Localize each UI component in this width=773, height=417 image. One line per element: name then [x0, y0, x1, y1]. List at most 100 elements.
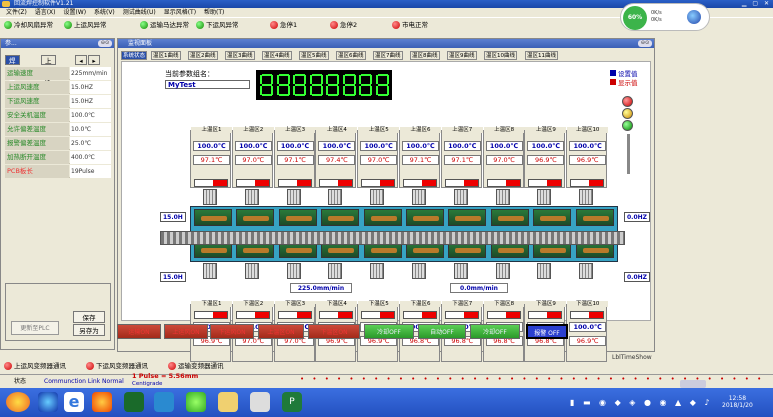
zone-name: 下温区5 [358, 301, 400, 307]
zone-heater-switch[interactable] [403, 179, 437, 187]
tab-monitor-2[interactable]: 温区1曲线 [151, 51, 181, 60]
network-speed-widget[interactable]: 60% 0K/s 0K/s [620, 3, 710, 31]
panel-collapse-button[interactable]: ⊖⊙ [98, 40, 112, 47]
folder-icon[interactable] [218, 392, 238, 412]
zone-set-temperature[interactable]: 100.0℃ [193, 141, 230, 151]
control-button-3[interactable]: 下运风ON [210, 324, 254, 339]
tab-monitor-9[interactable]: 温区8曲线 [410, 51, 440, 60]
zone-set-temperature[interactable]: 100.0℃ [569, 322, 607, 332]
shield-app-icon[interactable] [38, 392, 58, 412]
control-button-2[interactable]: 上运风ON [164, 324, 208, 339]
zone-heater-switch[interactable] [444, 179, 479, 187]
tab-scroll-left-icon[interactable]: ◂ [75, 55, 87, 65]
lower-zone-10: 下温区10 100.0℃ 96.9℃ [566, 301, 609, 362]
upper-zone-5: 上温区5 100.0℃ 97.0℃ [357, 127, 400, 188]
tab-monitor-6[interactable]: 温区5曲线 [299, 51, 329, 60]
app-icon[interactable] [92, 392, 112, 412]
tab-weld-params[interactable]: 焊接参数 [5, 55, 20, 95]
param-row: 运输速度 225mm/min [5, 67, 111, 80]
control-button-4[interactable]: 上温区ON [258, 324, 304, 339]
zone-name: 上温区4 [316, 127, 358, 133]
control-button-6[interactable]: 冷却OFF [364, 324, 414, 339]
zone-heater-switch[interactable] [570, 179, 605, 187]
signal-lamp-yellow-icon [622, 108, 633, 119]
zone-heater-switch[interactable] [444, 311, 479, 319]
control-button-5[interactable]: 下温区ON [308, 324, 360, 339]
tab-monitor-8[interactable]: 温区7曲线 [373, 51, 403, 60]
zone-set-temperature[interactable]: 100.0℃ [485, 141, 523, 151]
upper-zone-4: 上温区4 100.0℃ 97.4℃ [315, 127, 358, 188]
zone-heater-switch[interactable] [235, 179, 270, 187]
menu-item[interactable]: 系统(V) [94, 9, 115, 16]
menu-item[interactable]: 设置(W) [63, 9, 86, 16]
panel-collapse-button[interactable]: ⊖⊙ [638, 40, 652, 47]
app-icon[interactable] [250, 392, 270, 412]
zone-set-temperature[interactable]: 100.0℃ [569, 141, 607, 151]
tab-monitor-3[interactable]: 温区2曲线 [188, 51, 218, 60]
zone-heater-switch[interactable] [277, 311, 312, 319]
zone-heater-switch[interactable] [486, 179, 521, 187]
control-button-1[interactable]: 运输ON [117, 324, 161, 339]
input-method-icon[interactable] [680, 380, 706, 388]
update-plc-button[interactable]: 更新至PLC [11, 321, 59, 335]
segment-digit [375, 74, 390, 96]
control-button-8[interactable]: 冷却OFF [470, 324, 520, 339]
app-icon[interactable] [186, 392, 206, 412]
zone-heater-switch[interactable] [403, 311, 437, 319]
heater-element-icon [363, 209, 402, 226]
menu-item[interactable]: 帮助(T) [204, 9, 224, 16]
zone-heater-switch[interactable] [570, 311, 605, 319]
zone-set-temperature[interactable]: 100.0℃ [234, 141, 272, 151]
tab-monitor-4[interactable]: 温区3曲线 [225, 51, 255, 60]
tray-icons[interactable]: ▮ ▬ ◉ ◆ ◈ ● ◉ ▲ ◆ ♪ [570, 398, 713, 407]
zone-actual-temperature: 96.9℃ [527, 155, 565, 165]
zone-set-temperature[interactable]: 100.0℃ [276, 141, 314, 151]
zone-heater-switch[interactable] [277, 179, 312, 187]
app-icon[interactable] [124, 392, 144, 412]
zone-set-temperature[interactable]: 100.0℃ [443, 141, 481, 151]
start-button-icon[interactable] [6, 392, 30, 412]
zone-heater-switch[interactable] [528, 311, 563, 319]
window-controls[interactable]: ▁ ▢ ✕ [742, 0, 771, 7]
zone-heater-switch[interactable] [319, 311, 354, 319]
save-as-button[interactable]: 另存为 [73, 324, 105, 336]
monitor-panel: 监视面板 ⊖⊙ 系统状态 温区1曲线 温区2曲线 温区3曲线 温区4曲线 温区5曲线 温区6… [117, 38, 655, 362]
zone-set-temperature[interactable]: 100.0℃ [360, 141, 398, 151]
menu-item[interactable]: 文件(Z) [6, 9, 27, 16]
menu-item[interactable]: 语言(X) [35, 9, 56, 16]
zone-heater-switch[interactable] [194, 311, 228, 319]
zone-heater-switch[interactable] [361, 311, 396, 319]
param-row: 安全关机温度 100.0℃ [5, 109, 111, 122]
zone-set-temperature[interactable]: 100.0℃ [402, 141, 439, 151]
zone-heater-switch[interactable] [194, 179, 228, 187]
zone-heater-switch[interactable] [361, 179, 396, 187]
tab-monitor-10[interactable]: 温区9曲线 [447, 51, 477, 60]
zone-set-temperature[interactable]: 100.0℃ [527, 141, 565, 151]
accelerator-ball-icon[interactable] [687, 10, 701, 24]
segment-digit [359, 74, 373, 96]
param-row: 下运风速度 15.0HZ [5, 95, 111, 108]
menu-item[interactable]: 显示风格(T) [164, 9, 196, 16]
zone-heater-switch[interactable] [319, 179, 354, 187]
reflow-app-icon[interactable]: P [282, 392, 302, 412]
tab-monitor-11[interactable]: 温区10曲线 [484, 51, 517, 60]
zone-heater-switch[interactable] [486, 311, 521, 319]
tab-upper-zone[interactable]: 上温区 [41, 55, 56, 85]
tab-scroll-right-icon[interactable]: ▸ [88, 55, 100, 65]
control-button-9[interactable]: 报警 OFF [526, 324, 568, 339]
menu-item[interactable]: 测试曲线(U) [123, 9, 156, 16]
zone-set-temperature[interactable]: 100.0℃ [318, 141, 356, 151]
zone-heater-switch[interactable] [528, 179, 563, 187]
app-icon[interactable] [154, 392, 174, 412]
control-button-7[interactable]: 自动OFF [418, 324, 466, 339]
tab-monitor-12[interactable]: 温区11曲线 [525, 51, 558, 60]
parameter-panel-header: 参... ⊖⊙ [1, 39, 114, 48]
taskbar-clock[interactable]: 12:58 2018/1/20 [722, 395, 753, 409]
tab-monitor-5[interactable]: 温区4曲线 [262, 51, 292, 60]
heater-element-icon [236, 209, 275, 226]
zone-heater-switch[interactable] [235, 311, 270, 319]
browser-icon[interactable]: e [64, 392, 84, 412]
tab-monitor-7[interactable]: 温区6曲线 [336, 51, 366, 60]
tab-monitor-1[interactable]: 系统状态 [121, 51, 148, 60]
save-button[interactable]: 保存 [73, 311, 105, 323]
